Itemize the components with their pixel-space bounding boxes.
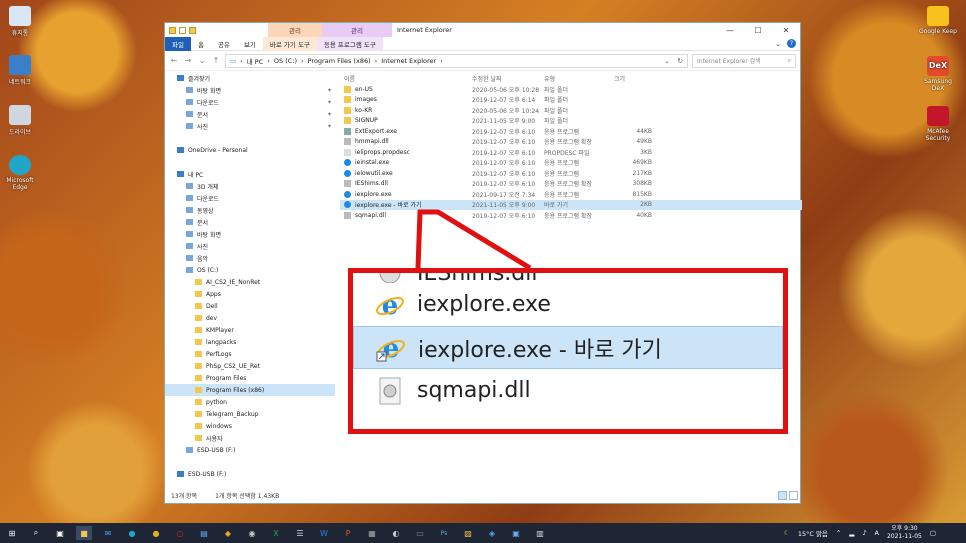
app-icon[interactable]: ☰	[292, 526, 308, 540]
mail-icon[interactable]: ✉	[100, 526, 116, 540]
app-icon[interactable]: ◈	[484, 526, 500, 540]
file-explorer-icon[interactable]: ■	[76, 526, 92, 540]
system-tray: ☾ 15°C 맑음 ⌃ ▂ ♪ A 오후 9:30 2021-11-05 ▢	[784, 525, 936, 541]
powerpoint-icon[interactable]: P	[340, 526, 356, 540]
volume-icon[interactable]: ♪	[862, 529, 866, 537]
zoom-row-ieshims: IEShims.dll	[353, 273, 783, 283]
network-icon[interactable]: ▂	[849, 529, 854, 537]
tray-chevron-icon[interactable]: ⌃	[836, 529, 841, 537]
task-view-icon[interactable]: ▣	[52, 526, 68, 540]
app-icon[interactable]: ▭	[412, 526, 428, 540]
ime-indicator[interactable]: A	[875, 529, 879, 537]
weather-icon[interactable]: ☾	[784, 529, 790, 537]
weather-text[interactable]: 15°C 맑음	[798, 528, 828, 538]
chrome-icon[interactable]: ●	[148, 526, 164, 540]
app-icon[interactable]: ◐	[388, 526, 404, 540]
word-icon[interactable]: W	[316, 526, 332, 540]
callout-pointer	[415, 209, 532, 271]
svg-text:e: e	[382, 291, 399, 320]
app-icon[interactable]: ◉	[244, 526, 260, 540]
zoom-row-iexplore: e iexplore.exe	[353, 283, 783, 326]
opera-icon[interactable]: ○	[172, 526, 188, 540]
dll-gear-icon	[379, 377, 401, 404]
edge-icon[interactable]: ●	[124, 526, 140, 540]
internet-explorer-shortcut-icon: e	[376, 334, 405, 363]
app-icon[interactable]: ▦	[364, 526, 380, 540]
windows-start-icon[interactable]: ⊞	[4, 526, 20, 540]
internet-explorer-icon: e	[376, 291, 404, 320]
dll-gear-icon	[379, 273, 401, 283]
app-icon[interactable]: ▤	[196, 526, 212, 540]
taskbar: ⊞ ⌕ ▣ ■ ✉ ● ● ○ ▤ ◆ ◉ X ☰ W P ▦ ◐ ▭ Ps ▨…	[0, 523, 966, 543]
photoshop-icon[interactable]: Ps	[436, 526, 452, 540]
excel-icon[interactable]: X	[268, 526, 284, 540]
app-icon[interactable]: ▨	[460, 526, 476, 540]
search-icon[interactable]: ⌕	[28, 526, 44, 540]
clock[interactable]: 오후 9:30 2021-11-05	[887, 525, 922, 541]
zoom-callout: IEShims.dll e iexplore.exe e iexplore.ex…	[348, 268, 788, 434]
app-icon[interactable]: ◆	[220, 526, 236, 540]
app-icon[interactable]: ▣	[508, 526, 524, 540]
notification-icon[interactable]: ▢	[930, 529, 936, 537]
zoom-row-iexplore-shortcut: e iexplore.exe - 바로 가기	[353, 326, 783, 369]
app-icon[interactable]: ▥	[532, 526, 548, 540]
zoom-row-sqmapi: sqmapi.dll	[353, 369, 783, 412]
